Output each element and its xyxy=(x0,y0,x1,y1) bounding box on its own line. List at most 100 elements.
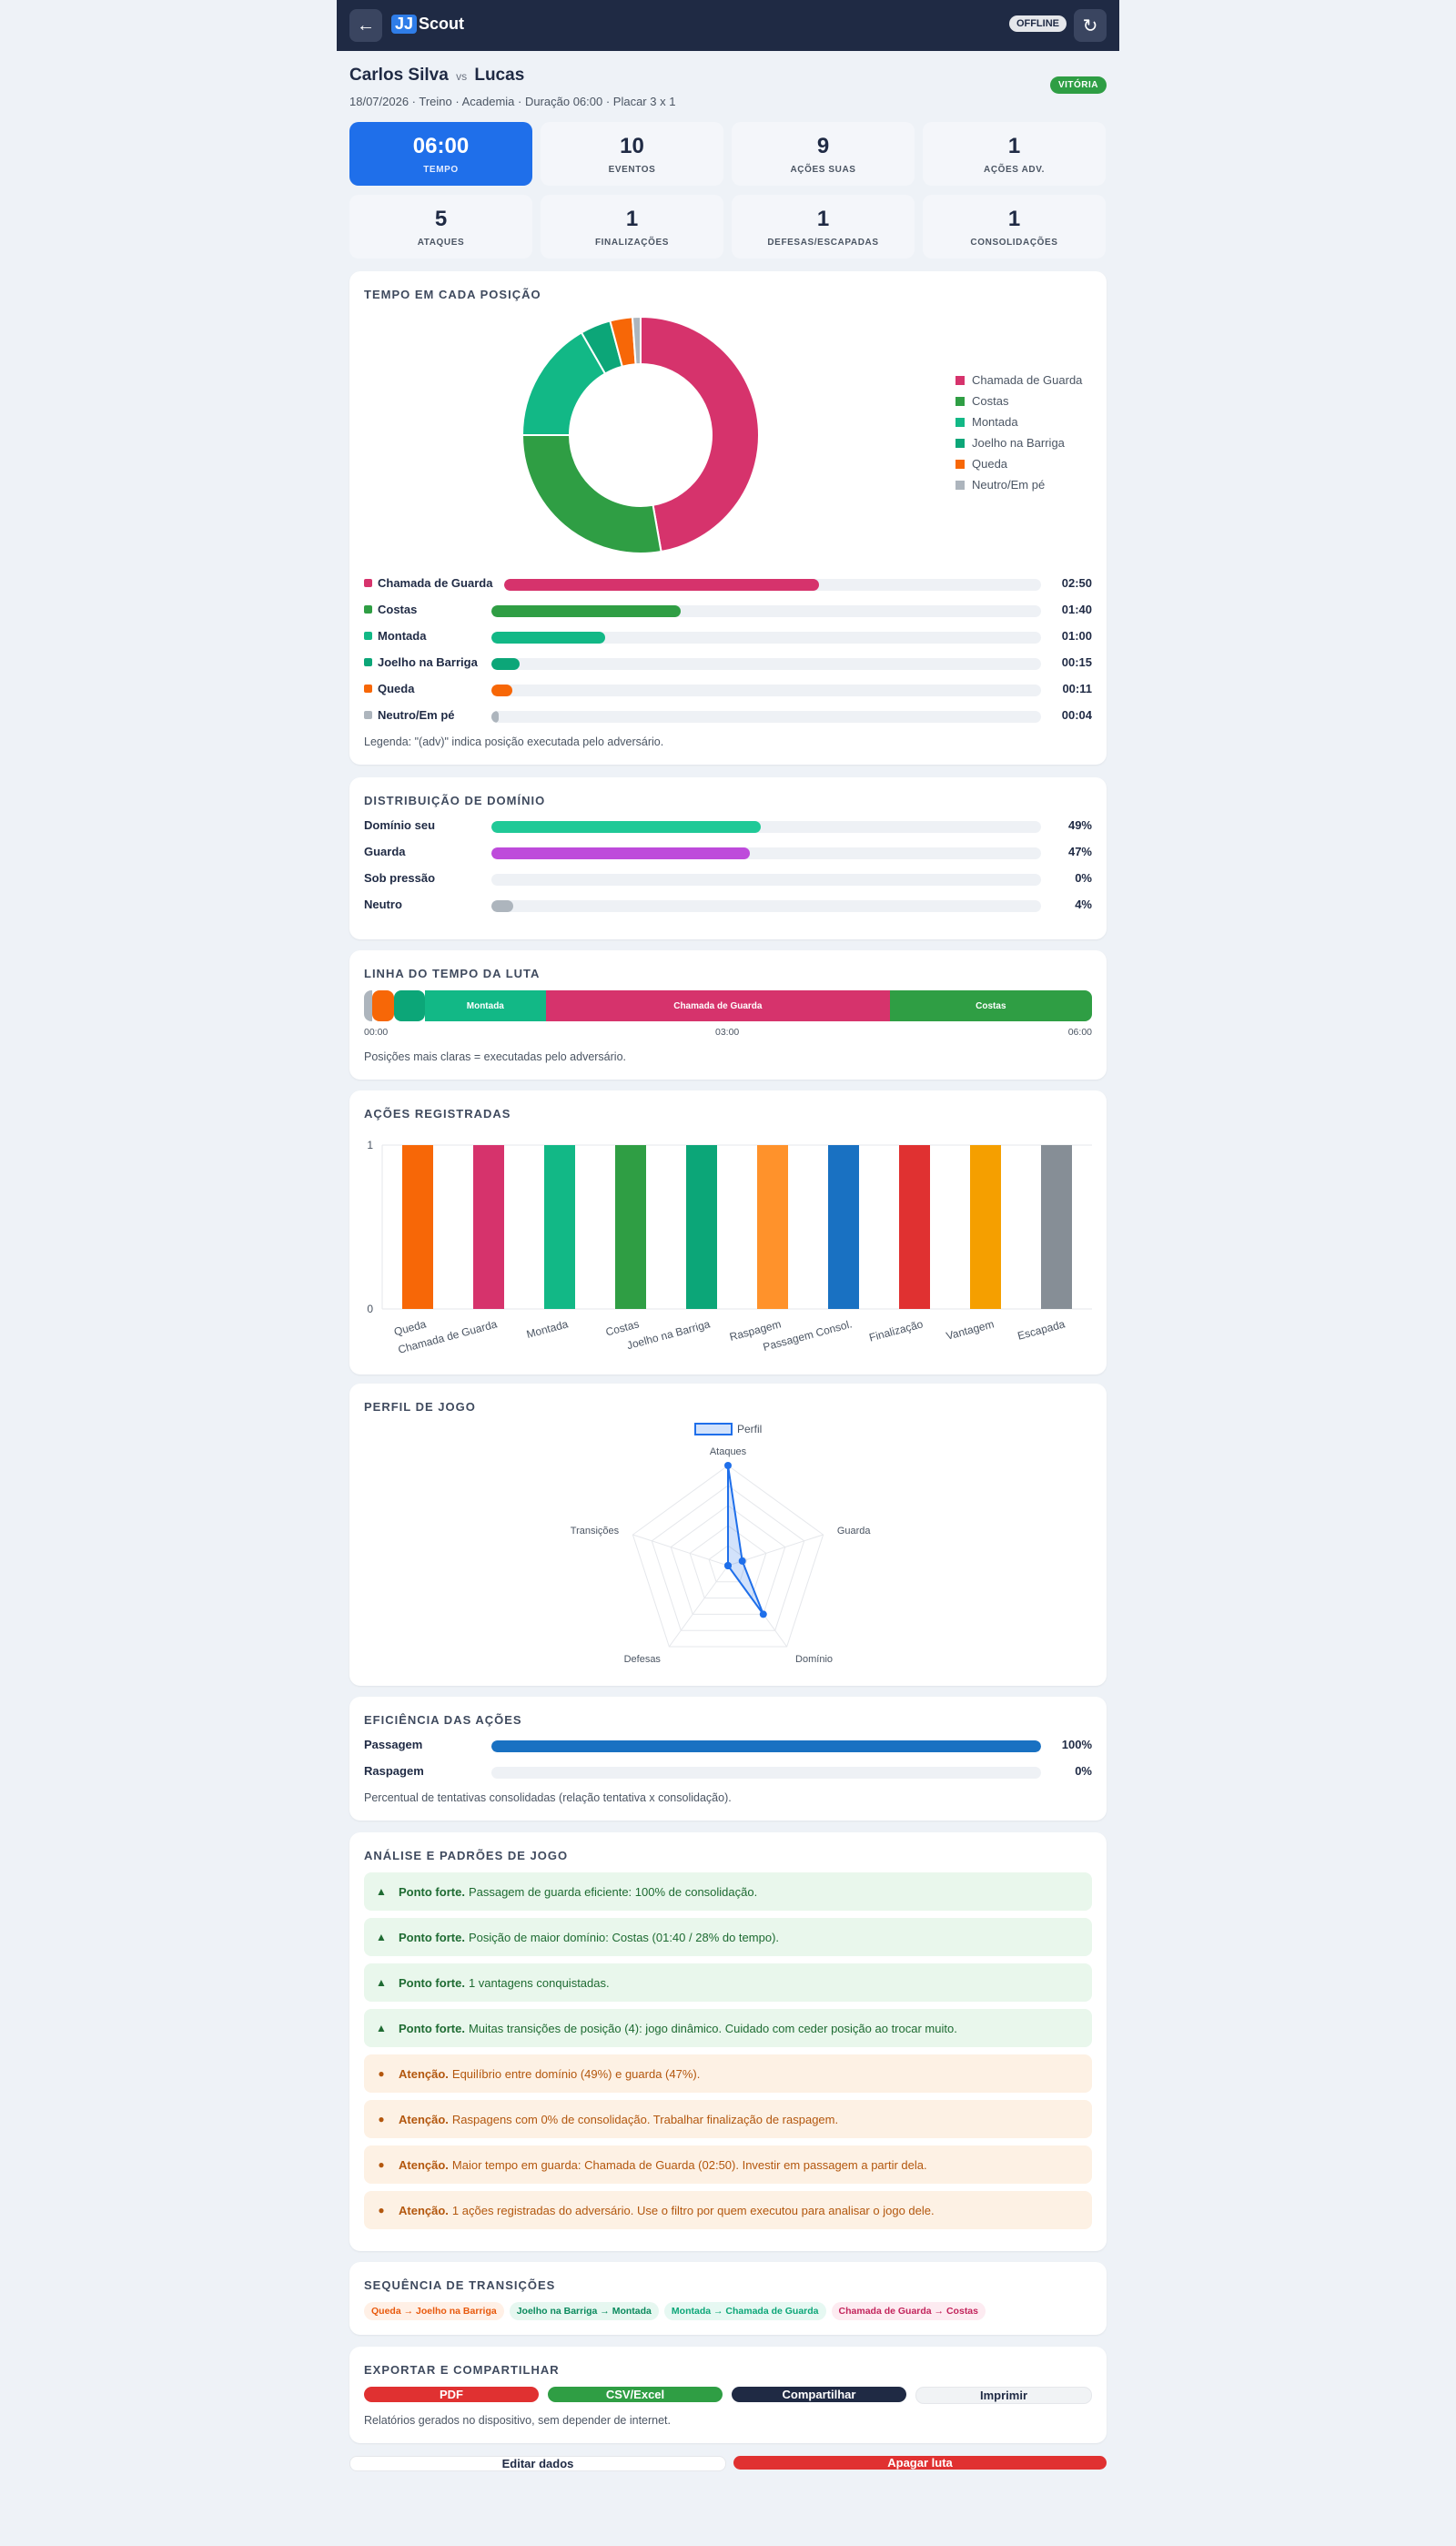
x-tick-label: Costas xyxy=(604,1317,641,1338)
stat-label: DEFESAS/ESCAPADAS xyxy=(767,237,879,248)
delete-button[interactable]: Apagar luta xyxy=(733,2456,1107,2470)
bar-fill xyxy=(504,579,819,591)
refresh-button[interactable]: ↻ xyxy=(1074,9,1107,42)
stat-value: 06:00 xyxy=(412,133,470,158)
y-tick-label: 0 xyxy=(367,1303,373,1315)
position-bar-label: Neutro/Em pé xyxy=(364,708,455,722)
bar-fill xyxy=(491,900,514,912)
card-title: EFICIÊNCIA DAS AÇÕES xyxy=(364,1713,522,1727)
timeline-segment xyxy=(371,990,395,1021)
insight-strength: ▲ Ponto forte. Muitas transições de posiçã… xyxy=(364,2009,1092,2047)
x-tick-label: Finalização xyxy=(868,1317,925,1344)
bar xyxy=(828,1145,859,1309)
legend-label: Neutro/Em pé xyxy=(972,478,1046,492)
timeline-tick: 00:00 xyxy=(364,1027,389,1038)
back-button[interactable]: ← xyxy=(349,9,382,42)
position-bar-label: Joelho na Barriga xyxy=(364,655,478,669)
stat-value: 1 xyxy=(1007,206,1021,231)
domain-card: DISTRIBUIÇÃO DE DOMÍNIO Domínio seu 49% Gu… xyxy=(349,777,1107,939)
stat-card: 10 EVENTOS xyxy=(541,122,723,186)
stat-card: 1 DEFESAS/ESCAPADAS xyxy=(732,195,915,259)
bar xyxy=(615,1145,646,1309)
insight-text: Raspagens com 0% de consolidação. Trabal… xyxy=(451,2112,839,2126)
bar-track xyxy=(491,900,1041,912)
print-button[interactable]: Imprimir xyxy=(915,2387,1092,2404)
legend-label: Costas xyxy=(972,394,1009,408)
stat-value: 9 xyxy=(816,133,830,158)
insight-label: Atenção. xyxy=(399,2203,449,2217)
arrow-left-icon: ← xyxy=(357,15,375,36)
legend-swatch xyxy=(956,438,965,448)
legend-swatch xyxy=(956,417,965,427)
insight-warning: ● Atenção. Raspagens com 0% de consolidaçã… xyxy=(364,2100,1092,2138)
transition-chip: Chamada de Guarda → Costas xyxy=(831,2302,986,2320)
csv-button[interactable]: CSV/Excel xyxy=(548,2387,723,2402)
insight-label: Atenção. xyxy=(399,2157,449,2172)
timeline-card: LINHA DO TEMPO DA LUTA Montada Chamada de… xyxy=(349,950,1107,1080)
transition-chip: Joelho na Barriga → Montada xyxy=(509,2302,659,2320)
insight-text: Passagem de guarda eficiente: 100% de co… xyxy=(468,1884,758,1899)
radar-axis-label: Domínio xyxy=(795,1654,833,1665)
bar-track xyxy=(491,874,1041,886)
position-time-card: TEMPO EM CADA POSIÇÃO Chamada de Guarda C… xyxy=(349,271,1107,765)
domain-value: 47% xyxy=(1067,845,1092,858)
opponent-name: Lucas xyxy=(474,66,525,85)
legend-label: Montada xyxy=(972,415,1018,429)
legend-swatch xyxy=(956,396,965,406)
triangle-up-icon: ▲ xyxy=(376,2022,387,2034)
pdf-button[interactable]: PDF xyxy=(364,2387,539,2402)
domain-label: Neutro xyxy=(364,898,402,911)
card-title: SEQUÊNCIA DE TRANSIÇÕES xyxy=(364,2278,556,2292)
domain-value: 0% xyxy=(1075,871,1092,885)
efficiency-bar-row: Raspagem 0% xyxy=(364,1763,1092,1780)
position-name: Joelho na Barriga xyxy=(378,655,478,669)
position-time: 02:50 xyxy=(1061,576,1092,590)
position-bar-row: Costas 01:40 xyxy=(364,602,1092,618)
bar-fill xyxy=(491,821,761,833)
transition-chip: Montada → Chamada de Guarda xyxy=(663,2302,826,2320)
match-subtitle: 18/07/2026 · Treino · Academia · Duração… xyxy=(349,95,676,108)
bar-track xyxy=(504,579,1041,591)
legend-swatch xyxy=(956,459,965,469)
stat-label: AÇÕES ADV. xyxy=(984,164,1045,175)
radar-legend-swatch xyxy=(694,1423,733,1435)
insight-warning: ● Atenção. Equilíbrio entre domínio (49%) … xyxy=(364,2054,1092,2093)
radar-axis-label: Defesas xyxy=(624,1654,662,1665)
position-time: 01:40 xyxy=(1061,603,1092,616)
radar-axis-label: Transições xyxy=(571,1526,620,1537)
share-button[interactable]: Compartilhar xyxy=(732,2387,906,2402)
analysis-card: ANÁLISE E PADRÕES DE JOGO ▲ Ponto forte. P… xyxy=(349,1832,1107,2251)
radar-axis-label: Guarda xyxy=(837,1526,872,1537)
triangle-up-icon: ▲ xyxy=(376,1931,387,1943)
insight-text: 1 vantagens conquistadas. xyxy=(468,1975,610,1990)
timeline-segment: Montada xyxy=(424,990,546,1021)
x-tick-label: Vantagem xyxy=(945,1317,996,1342)
position-time: 00:04 xyxy=(1061,708,1092,722)
y-tick-label: 1 xyxy=(367,1139,373,1151)
export-note: Relatórios gerados no dispositivo, sem d… xyxy=(364,2414,672,2427)
card-title: PERFIL DE JOGO xyxy=(364,1400,476,1414)
efficiency-value: 0% xyxy=(1075,1764,1092,1778)
stat-card: 06:00 TEMPO xyxy=(349,122,532,186)
profile-radar-chart: Ataques Guarda Domínio Defesas Transições Per… xyxy=(571,1423,872,1665)
edit-button[interactable]: Editar dados xyxy=(349,2456,726,2471)
offline-badge: OFFLINE xyxy=(1008,15,1067,32)
bar-fill xyxy=(491,847,750,859)
actions-bar-chart: 01QuedaChamada de Guarda Montada CostasJoe… xyxy=(367,1139,1092,1356)
bar xyxy=(899,1145,930,1309)
domain-label: Sob pressão xyxy=(364,871,436,885)
legend-label: Queda xyxy=(972,457,1008,471)
efficiency-label: Passagem xyxy=(364,1738,423,1751)
radar-point xyxy=(724,1562,732,1569)
stat-value: 5 xyxy=(434,206,448,231)
card-title: EXPORTAR E COMPARTILHAR xyxy=(364,2363,560,2377)
card-title: TEMPO EM CADA POSIÇÃO xyxy=(364,288,541,301)
efficiency-card: EFICIÊNCIA DAS AÇÕES Passagem 100% Raspage… xyxy=(349,1697,1107,1821)
position-bar-row: Neutro/Em pé 00:04 xyxy=(364,707,1092,724)
domain-bar-row: Guarda 47% xyxy=(364,844,1092,860)
bar xyxy=(544,1145,575,1309)
app-shell: ← JJ Scout OFFLINE ↻ Carlos Silva vs Luc… xyxy=(337,0,1119,2546)
stat-label: FINALIZAÇÕES xyxy=(594,237,670,248)
insight-warning: ● Atenção. Maior tempo em guarda: Chamada … xyxy=(364,2145,1092,2184)
domain-bar-row: Neutro 4% xyxy=(364,897,1092,913)
